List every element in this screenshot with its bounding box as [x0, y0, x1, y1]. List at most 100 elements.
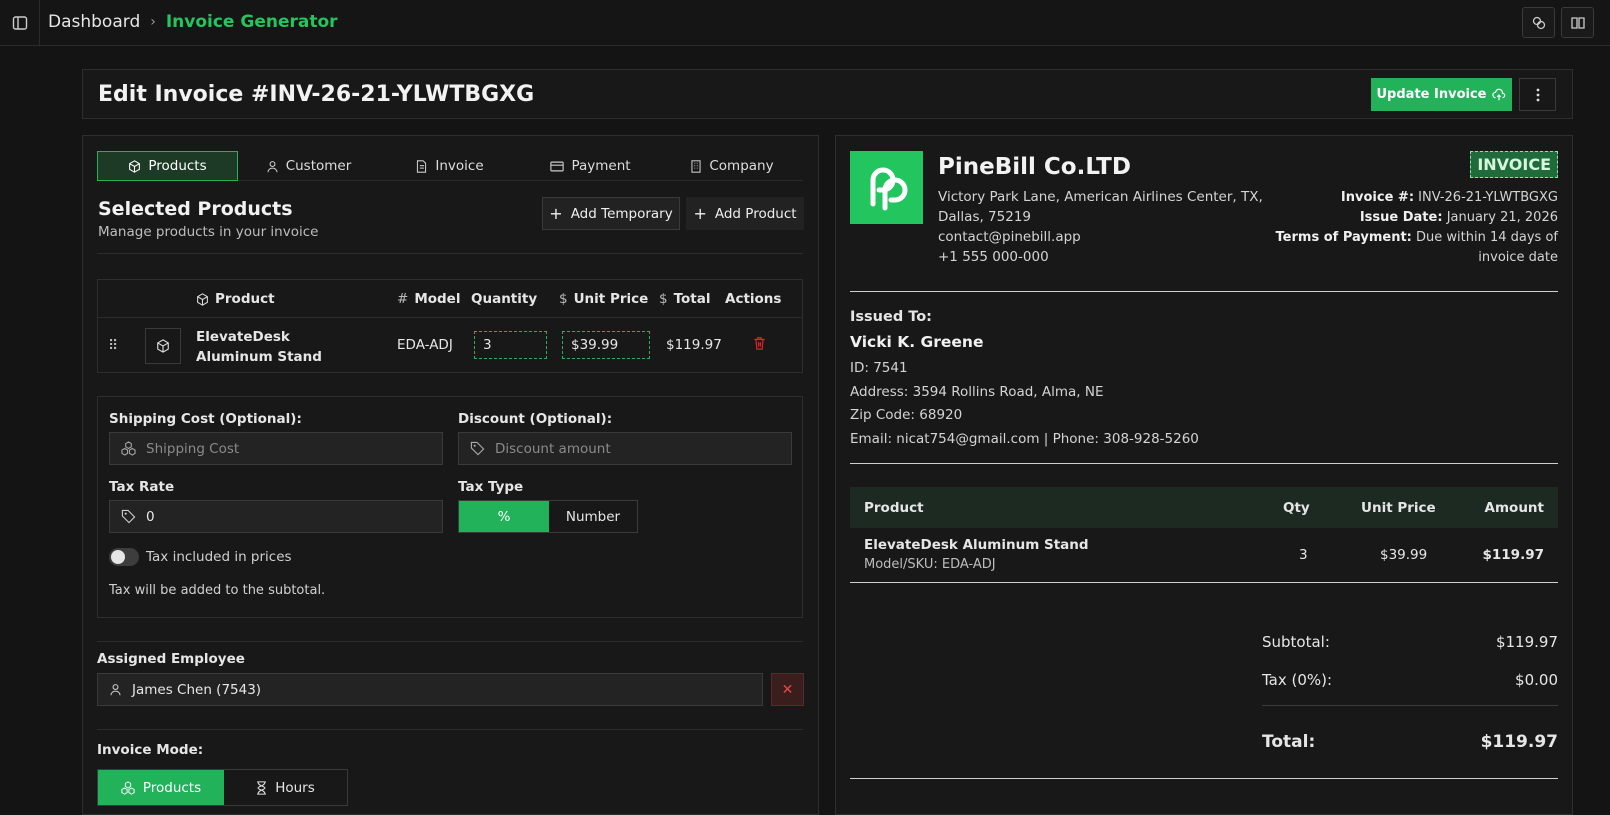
- shipping-cost-input[interactable]: Shipping Cost: [109, 432, 443, 465]
- page-title: Edit Invoice #INV-26-21-YLWTBGXG: [98, 82, 535, 107]
- tab-products-label: Products: [148, 158, 207, 174]
- column-unit-price-label: Unit Price: [573, 291, 649, 307]
- tax-included-label: Tax included in prices: [146, 549, 292, 565]
- breadcrumb: Dashboard › Invoice Generator: [48, 12, 338, 32]
- customer-contact: Email: nicat754@gmail.com | Phone: 308-9…: [850, 431, 1199, 447]
- item-amount: $119.97: [1482, 547, 1545, 563]
- customer-address: Address: 3594 Rollins Road, Alma, NE: [850, 384, 1104, 400]
- update-invoice-label: Update Invoice: [1376, 87, 1487, 102]
- tax-type-percent[interactable]: %: [459, 501, 549, 532]
- close-icon: ✕: [781, 681, 794, 698]
- invoice-items-table: Product Qty Unit Price Amount ElevateDes…: [850, 487, 1558, 583]
- item-name: ElevateDesk Aluminum Stand: [864, 537, 1089, 553]
- discount-label: Discount (Optional):: [458, 411, 613, 427]
- dollar-icon: $: [659, 291, 668, 307]
- tax-label: Tax (0%):: [1262, 671, 1333, 689]
- company-phone: +1 555 000-000: [938, 249, 1049, 265]
- tab-company[interactable]: Company: [661, 151, 803, 181]
- breadcrumb-dashboard[interactable]: Dashboard: [48, 12, 140, 32]
- plus-icon: +: [693, 204, 707, 223]
- docs-button[interactable]: [1561, 7, 1594, 38]
- issued-to-label: Issued To:: [850, 309, 932, 325]
- column-unit-price: $ Unit Price: [559, 291, 648, 307]
- divider: [850, 463, 1558, 464]
- divider: [850, 778, 1558, 779]
- boxes-icon: [121, 780, 135, 795]
- subtotal-value: $119.97: [1495, 633, 1558, 651]
- tax-rate-value: 0: [146, 508, 155, 525]
- company-email: contact@pinebill.app: [938, 229, 1081, 245]
- invoice-mode-toggle: Products Hours: [97, 769, 348, 806]
- discount-input[interactable]: Discount amount: [458, 432, 792, 465]
- divider: [1262, 705, 1558, 706]
- table-header: Product Qty Unit Price Amount: [850, 487, 1558, 528]
- box-icon: [129, 159, 141, 173]
- tab-invoice[interactable]: Invoice: [379, 151, 520, 181]
- payment-terms-value: Due within 14 days of: [1416, 230, 1558, 245]
- mode-products[interactable]: Products: [98, 770, 224, 805]
- column-model: # Model: [397, 291, 460, 307]
- add-temporary-button[interactable]: + Add Temporary: [542, 197, 680, 230]
- item-unit-price: $39.99: [1380, 547, 1428, 563]
- link-button[interactable]: [1522, 7, 1555, 38]
- tab-payment[interactable]: Payment: [520, 151, 661, 181]
- employee-label: Assigned Employee: [97, 651, 245, 667]
- drag-handle-icon[interactable]: ⠿: [108, 338, 118, 354]
- unit-price-input[interactable]: $39.99: [562, 331, 650, 359]
- column-total-label: Total: [673, 291, 711, 307]
- tax-note: Tax will be added to the subtotal.: [109, 583, 326, 598]
- trash-icon: [754, 337, 765, 350]
- more-options-button[interactable]: [1519, 78, 1556, 111]
- employee-value: James Chen (7543): [132, 681, 262, 698]
- tab-customer[interactable]: Customer: [238, 151, 379, 181]
- editor-panel: Products Customer Invoice Payment Compan…: [82, 135, 819, 815]
- item-qty: 3: [1299, 547, 1308, 563]
- box-icon: [157, 339, 169, 353]
- payment-terms-cont: invoice date: [1478, 250, 1558, 265]
- tax-type-number[interactable]: Number: [549, 501, 637, 532]
- tab-payment-label: Payment: [571, 158, 631, 174]
- payment-terms-label: Terms of Payment:: [1275, 230, 1412, 245]
- add-product-button[interactable]: + Add Product: [686, 197, 804, 230]
- pinebill-logo-icon: [870, 167, 907, 210]
- product-model: EDA-ADJ: [397, 337, 453, 353]
- column-unit-price: Unit Price: [1361, 500, 1436, 516]
- issue-date-label: Issue Date:: [1359, 210, 1443, 225]
- tax-rate-input[interactable]: 0: [109, 500, 443, 533]
- column-amount: Amount: [1484, 500, 1544, 516]
- dollar-icon: $: [559, 291, 568, 307]
- employee-select[interactable]: James Chen (7543): [97, 673, 763, 706]
- file-icon: [417, 159, 427, 173]
- column-model-label: Model: [414, 291, 461, 307]
- product-name: ElevateDesk Aluminum Stand: [196, 329, 322, 365]
- tax-type-toggle: % Number: [458, 500, 638, 533]
- company-name: PineBill Co.LTD: [938, 154, 1131, 180]
- company-address-line2: Dallas, 75219: [938, 209, 1032, 225]
- invoice-mode-label: Invoice Mode:: [97, 742, 204, 758]
- tag-icon: [121, 509, 136, 524]
- divider: [97, 641, 803, 642]
- table-header: Product # Model Quantity $ Unit Price $ …: [98, 280, 802, 318]
- tax-included-switch[interactable]: [109, 548, 139, 566]
- chevron-right-icon: ›: [150, 14, 156, 30]
- quantity-input[interactable]: 3: [474, 331, 547, 359]
- cloud-upload-icon: [1492, 88, 1506, 100]
- link-icon: [1532, 16, 1545, 29]
- product-total: $119.97: [666, 337, 722, 353]
- total-label: Total:: [1262, 732, 1316, 752]
- discount-placeholder: Discount amount: [495, 440, 611, 457]
- sidebar-icon: [12, 15, 27, 30]
- column-qty: Qty: [1283, 500, 1310, 516]
- invoice-number: Invoice #: INV-26-21-YLWTBGXG: [1341, 190, 1558, 205]
- tab-products[interactable]: Products: [97, 151, 238, 181]
- clear-employee-button[interactable]: ✕: [771, 673, 804, 706]
- divider: [97, 253, 803, 254]
- invoice-badge: INVOICE: [1470, 151, 1558, 178]
- issue-date: Issue Date: January 21, 2026: [1360, 210, 1558, 225]
- mode-hours[interactable]: Hours: [224, 770, 347, 805]
- sidebar-toggle-button[interactable]: [0, 0, 40, 45]
- delete-row-button[interactable]: [753, 336, 766, 350]
- update-invoice-button[interactable]: Update Invoice: [1371, 78, 1512, 111]
- column-total: $ Total: [659, 291, 710, 307]
- column-actions: Actions: [725, 291, 782, 307]
